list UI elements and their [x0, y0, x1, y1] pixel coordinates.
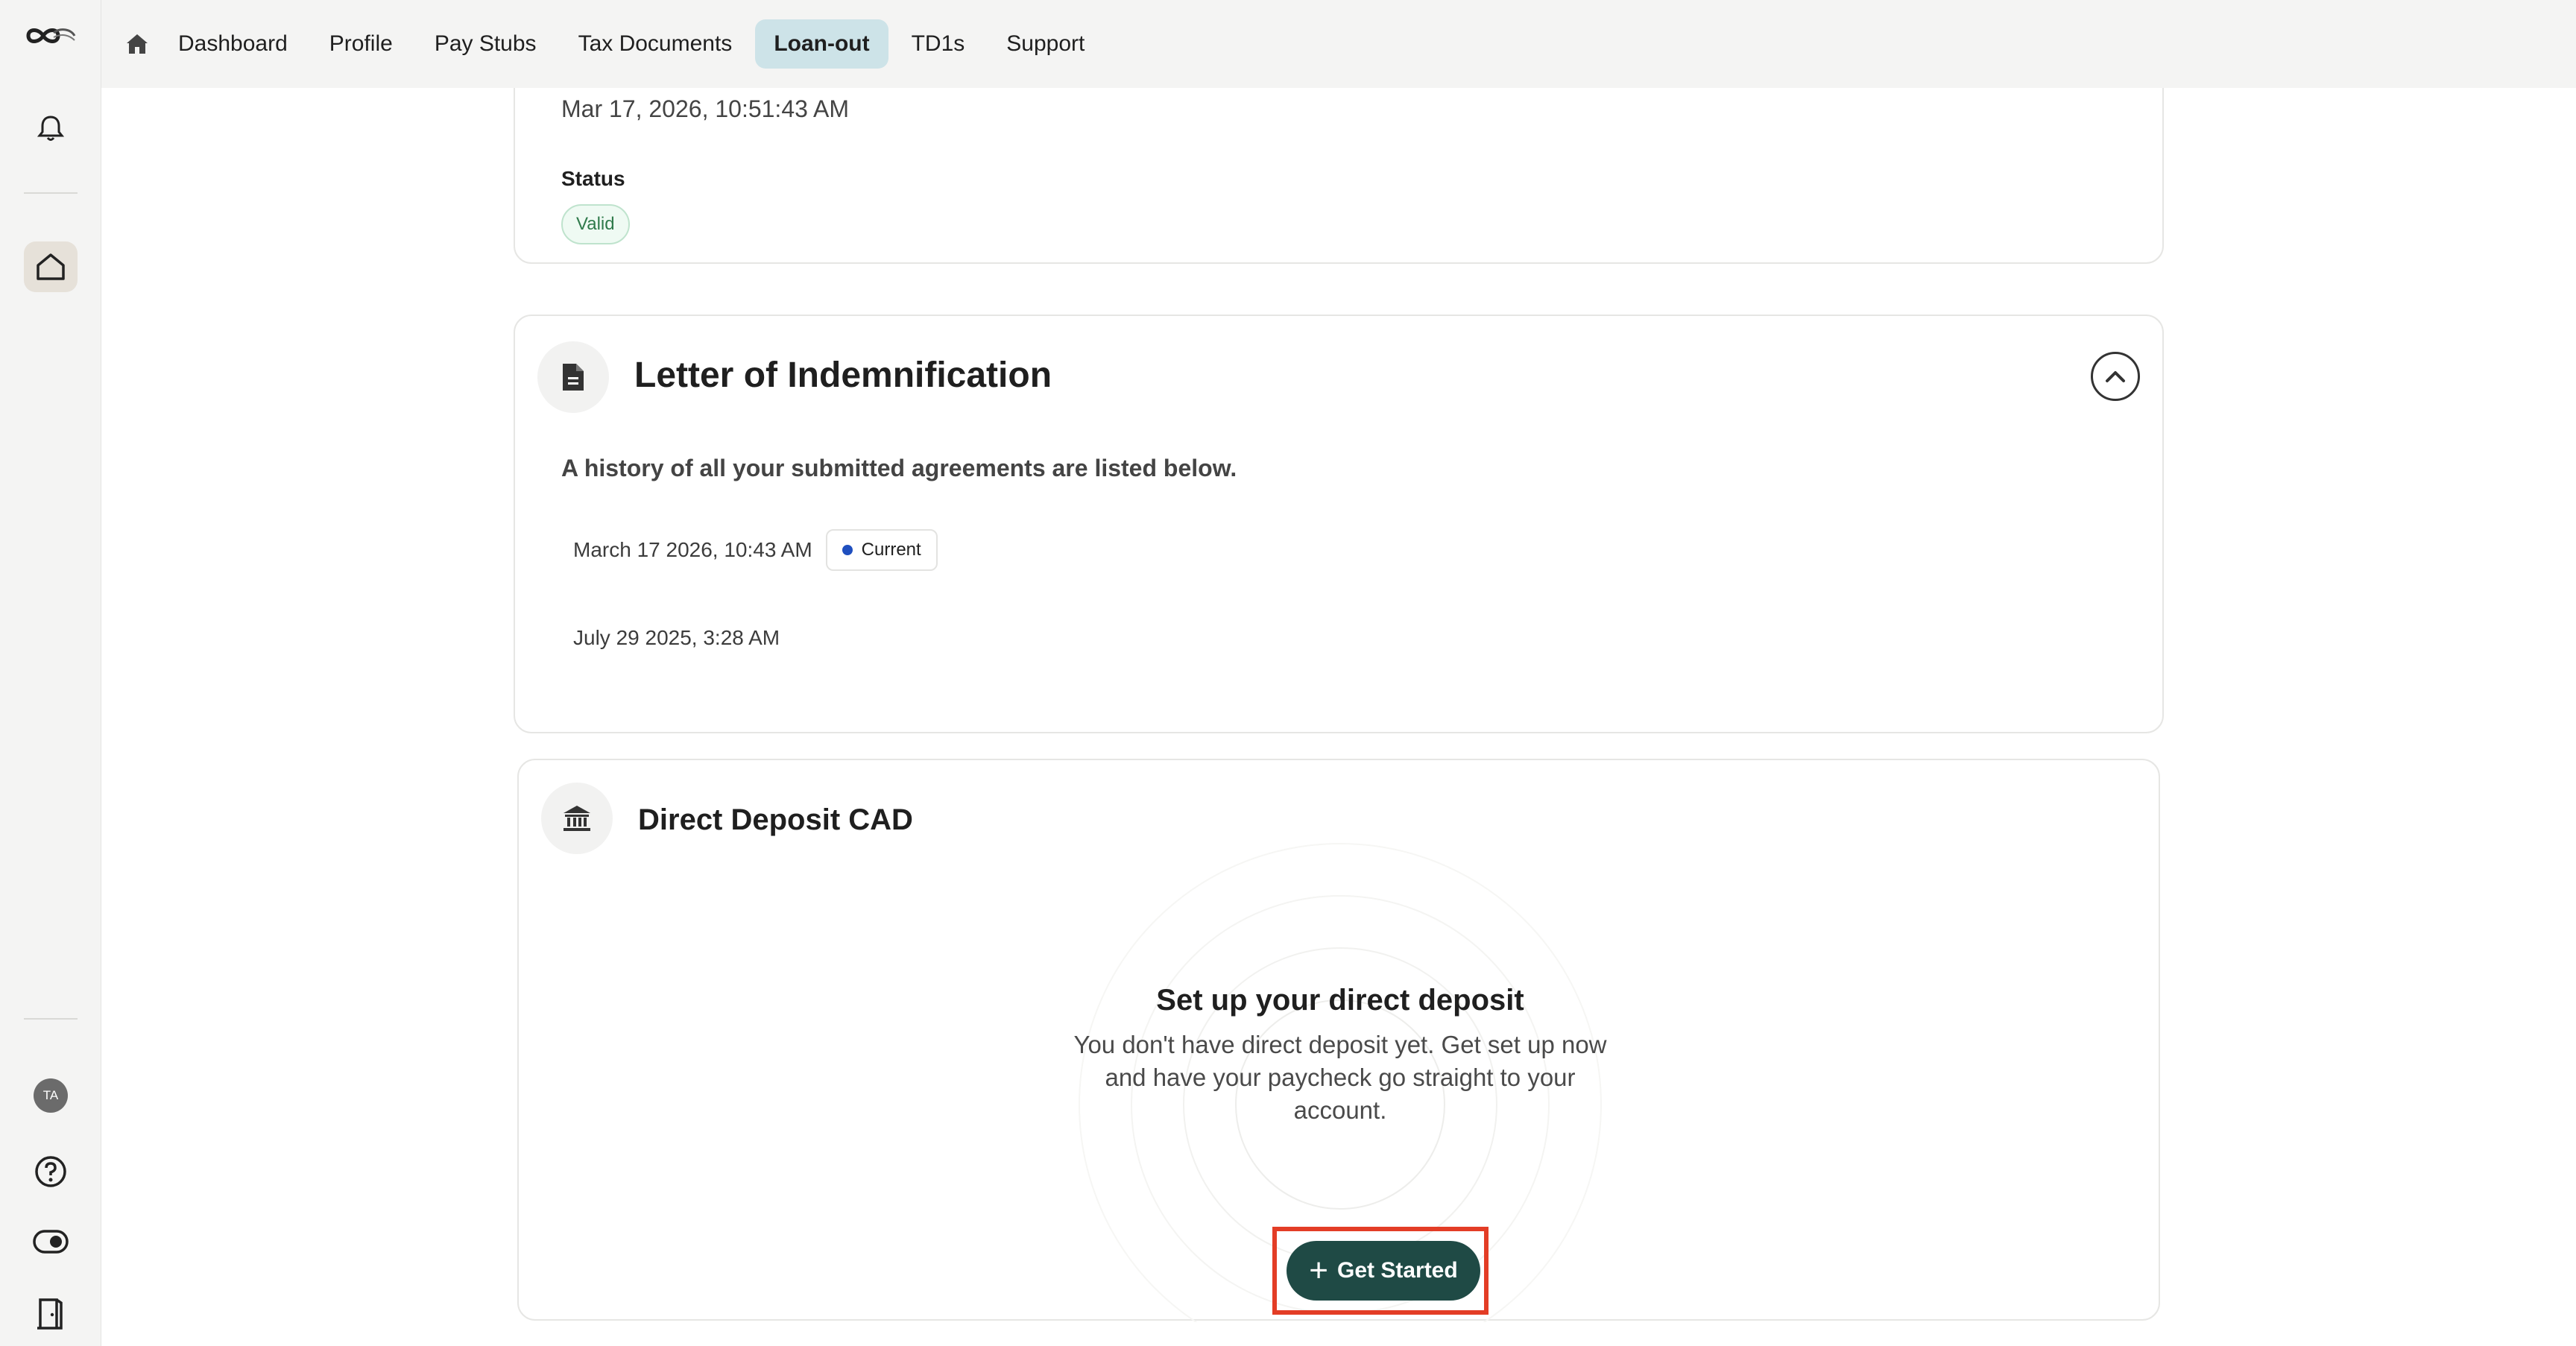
bank-icon — [541, 783, 613, 854]
home-icon[interactable] — [115, 33, 160, 55]
top-nav: Dashboard Profile Pay Stubs Tax Document… — [101, 0, 2576, 88]
loi-title: Letter of Indemnification — [634, 356, 1052, 395]
history-row[interactable]: March 17 2026, 10:43 AM Current — [573, 529, 938, 571]
loan-out-status-card: Mar 17, 2026, 10:51:43 AM Status Valid — [514, 58, 2164, 264]
chevron-up-icon — [2106, 371, 2125, 382]
left-rail: TA — [0, 0, 101, 1346]
bell-icon[interactable] — [30, 107, 72, 149]
letter-of-indemnification-card: Letter of Indemnification A history of a… — [514, 315, 2164, 733]
current-badge-label: Current — [861, 540, 921, 560]
nav-support[interactable]: Support — [988, 19, 1103, 69]
get-started-label: Get Started — [1336, 1258, 1458, 1283]
collapse-button[interactable] — [2091, 352, 2140, 401]
rail-home-button[interactable] — [24, 241, 78, 292]
history-date: March 17 2026, 10:43 AM — [573, 538, 812, 561]
main-content: Mar 17, 2026, 10:51:43 AM Status Valid L… — [101, 58, 2576, 1346]
nav-tax-documents[interactable]: Tax Documents — [560, 19, 751, 69]
nav-pay-stubs[interactable]: Pay Stubs — [416, 19, 555, 69]
direct-deposit-title: Direct Deposit CAD — [638, 803, 913, 836]
rail-divider — [24, 192, 78, 194]
brand-logo[interactable] — [22, 21, 79, 51]
help-icon[interactable] — [31, 1152, 70, 1191]
loi-description: A history of all your submitted agreemen… — [561, 455, 1237, 481]
submitted-datetime: Mar 17, 2026, 10:51:43 AM — [561, 95, 850, 122]
history-row[interactable]: July 29 2025, 3:28 AM — [573, 626, 780, 650]
nav-dashboard[interactable]: Dashboard — [160, 19, 306, 69]
document-icon — [537, 341, 609, 413]
status-badge: Valid — [561, 204, 630, 244]
theme-toggle-icon[interactable] — [30, 1224, 72, 1260]
nav-profile[interactable]: Profile — [311, 19, 411, 69]
setup-description: You don't have direct deposit yet. Get s… — [1073, 1031, 1607, 1124]
nav-td1s[interactable]: TD1s — [893, 19, 984, 69]
setup-title: Set up your direct deposit — [1156, 984, 1524, 1017]
get-started-button[interactable]: + Get Started — [1287, 1241, 1480, 1301]
nav-loan-out[interactable]: Loan-out — [755, 19, 888, 69]
current-dot-icon — [842, 545, 853, 555]
logout-door-icon[interactable] — [31, 1294, 70, 1333]
plus-icon: + — [1309, 1252, 1328, 1289]
avatar[interactable]: TA — [33, 1078, 69, 1113]
direct-deposit-card: Direct Deposit CAD Set up your direct de… — [517, 759, 2160, 1322]
get-started-highlight: + Get Started — [1272, 1227, 1489, 1315]
status-label: Status — [561, 167, 625, 190]
rail-divider-bottom — [24, 1018, 78, 1020]
history-date: July 29 2025, 3:28 AM — [573, 626, 780, 649]
avatar-initials: TA — [34, 1078, 68, 1113]
current-badge: Current — [825, 529, 938, 571]
